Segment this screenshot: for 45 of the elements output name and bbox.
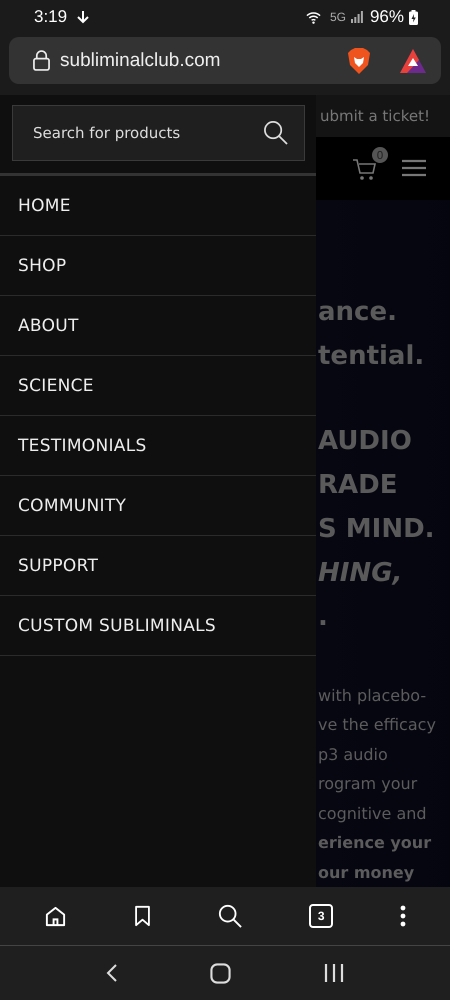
lock-icon: [33, 50, 50, 71]
signal-icon: [350, 11, 363, 23]
hero-heading-line: tential.: [318, 340, 426, 372]
hero-body-line: cognitive and: [318, 802, 428, 824]
clock: 3:19: [34, 7, 68, 27]
hero-body-line: our money: [318, 862, 416, 884]
hero-heading-line: HING,: [318, 556, 404, 590]
search-field[interactable]: Search for products: [12, 105, 305, 161]
hero-body-line: rogram your: [318, 773, 418, 795]
lion-shield-icon[interactable]: [347, 46, 371, 74]
battery-icon: [409, 10, 418, 24]
hero-body-line: with placebo-: [318, 684, 428, 706]
search-icon[interactable]: [263, 120, 288, 145]
more-icon[interactable]: [400, 905, 406, 927]
network-label: 5G: [330, 10, 346, 24]
back-icon[interactable]: [106, 963, 118, 983]
menu-item[interactable]: SUPPORT: [0, 536, 316, 596]
search-icon[interactable]: [218, 904, 242, 928]
menu-item[interactable]: TESTIMONIALS: [0, 416, 316, 476]
download-icon: [76, 10, 90, 24]
recent-apps-icon[interactable]: [324, 964, 344, 982]
hero-heading-line: .: [318, 600, 329, 634]
hero-body-line: p3 audio: [318, 744, 389, 766]
hero-heading-line: S MIND.: [318, 512, 436, 546]
menu-item[interactable]: CUSTOM SUBLIMINALS: [0, 596, 316, 656]
hero-heading-line: RADE: [318, 468, 398, 502]
address-bar[interactable]: subliminalclub.com: [9, 37, 441, 84]
menu-item[interactable]: HOME: [0, 176, 316, 236]
hero-heading-line: ance.: [318, 296, 398, 328]
bookmark-icon[interactable]: [134, 905, 151, 927]
hero-heading-line: AUDIO: [318, 424, 413, 458]
notice-text: ubmit a ticket!: [320, 106, 430, 125]
hero-body-line: ve the efficacy: [318, 714, 437, 736]
wifi-icon: [306, 10, 321, 24]
home-button-icon[interactable]: [210, 962, 232, 984]
menu-item[interactable]: SHOP: [0, 236, 316, 296]
tab-count-button[interactable]: 3: [309, 904, 334, 928]
menu-item[interactable]: COMMUNITY: [0, 476, 316, 536]
triangle-icon[interactable]: [399, 48, 427, 74]
menu-item[interactable]: ABOUT: [0, 296, 316, 356]
menu-icon[interactable]: [402, 159, 426, 178]
battery-level: 96%: [370, 7, 404, 27]
menu-item[interactable]: SCIENCE: [0, 356, 316, 416]
home-icon[interactable]: [44, 904, 67, 928]
hero-body-line: erience your: [318, 832, 432, 854]
